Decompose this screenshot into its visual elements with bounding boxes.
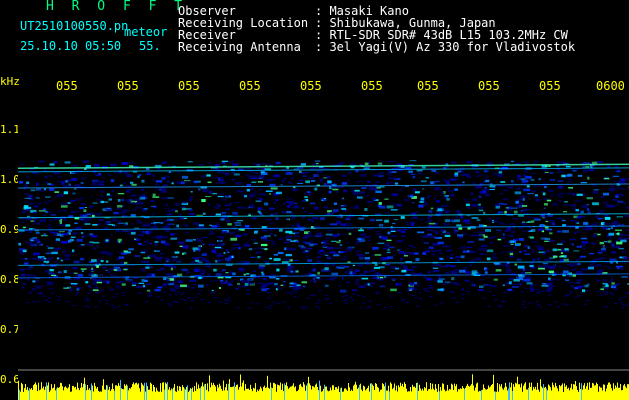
y-tick-label: 0.8 bbox=[0, 273, 20, 286]
x-tick-label: 055 bbox=[178, 79, 200, 93]
x-tick-label: 0600 bbox=[596, 79, 625, 93]
y-tick-label: 1.1 bbox=[0, 123, 20, 136]
x-tick-label: 055 bbox=[239, 79, 261, 93]
detection-tag: meteor bbox=[124, 25, 168, 39]
x-tick-label: 055 bbox=[417, 79, 439, 93]
hroft-spectrogram-window: H R O F F T UT2510100550.pn meteor 25.10… bbox=[0, 0, 629, 400]
spectrogram-canvas bbox=[18, 100, 629, 400]
y-tick-label: 0.9 bbox=[0, 223, 20, 236]
spectrogram-plot[interactable] bbox=[18, 100, 629, 400]
x-tick-label: 055 bbox=[539, 79, 561, 93]
y-axis-unit: kHz bbox=[0, 75, 20, 88]
x-tick-label: 055 bbox=[56, 79, 78, 93]
count-value: 55. bbox=[139, 39, 161, 53]
file-name: UT2510100550.pn bbox=[20, 19, 129, 33]
antenna-value: : 3el Yagi(V) Az 330 for Vladivostok bbox=[315, 40, 576, 54]
x-tick-label: 055 bbox=[117, 79, 139, 93]
y-tick-label: 1.0 bbox=[0, 173, 20, 186]
x-tick-label: 055 bbox=[478, 79, 500, 93]
y-tick-label: 0.7 bbox=[0, 323, 20, 336]
timestamp: 25.10.10 05:50 bbox=[20, 39, 122, 53]
antenna-label: Receiving Antenna bbox=[178, 40, 301, 54]
x-tick-label: 055 bbox=[300, 79, 322, 93]
y-tick-label: 0.6 bbox=[0, 373, 20, 386]
app-title: H R O F F T bbox=[46, 0, 188, 14]
x-tick-label: 055 bbox=[361, 79, 383, 93]
